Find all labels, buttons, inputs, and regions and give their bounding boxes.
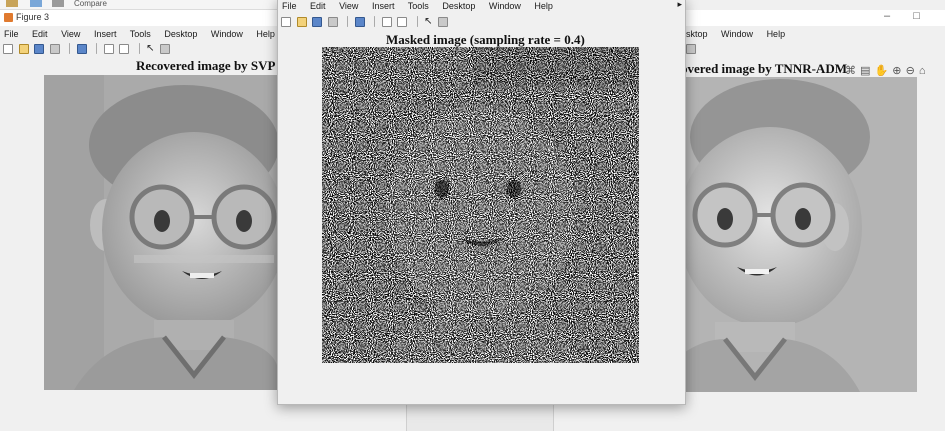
new-file-icon[interactable] bbox=[281, 16, 291, 27]
print-icon[interactable] bbox=[49, 43, 60, 54]
menu-view[interactable]: View bbox=[339, 1, 358, 11]
toolbar-separator bbox=[69, 43, 71, 55]
menubar-middle: File Edit View Insert Tools Desktop Wind… bbox=[282, 1, 564, 15]
plot-browser-icon[interactable] bbox=[686, 43, 696, 54]
recovered-image-tnnr bbox=[685, 77, 917, 392]
menu-help[interactable]: Help bbox=[767, 29, 786, 39]
brush-icon[interactable]: ▤ bbox=[860, 65, 870, 77]
menu-view[interactable]: View bbox=[61, 29, 80, 39]
folder-icon bbox=[6, 0, 18, 7]
link-icon[interactable] bbox=[76, 43, 87, 54]
axes-toolbar: ⌘ ▤ ✋ ⊕ ⊖ ⌂ bbox=[845, 64, 927, 77]
matlab-figure-icon bbox=[4, 13, 13, 22]
insert-colorbar-icon[interactable] bbox=[397, 16, 408, 27]
recovered-image-svp bbox=[44, 75, 277, 390]
toolbar-separator bbox=[416, 16, 418, 28]
masked-image bbox=[322, 47, 639, 363]
save-icon[interactable] bbox=[312, 16, 323, 27]
menu-edit[interactable]: Edit bbox=[32, 29, 48, 39]
menu-window[interactable]: Window bbox=[489, 1, 521, 11]
toolbar-separator bbox=[138, 43, 140, 55]
property-editor-icon[interactable] bbox=[103, 43, 114, 54]
menu-desktop[interactable]: Desktop bbox=[164, 29, 197, 39]
menubar-right: sktop Window Help bbox=[686, 29, 796, 43]
new-file-icon[interactable] bbox=[3, 43, 13, 54]
figure-window-masked[interactable]: File Edit View Insert Tools Desktop Wind… bbox=[277, 0, 686, 405]
background-app-strip: Compare bbox=[0, 0, 277, 10]
menu-insert[interactable]: Insert bbox=[372, 1, 395, 11]
toolbar-separator bbox=[374, 16, 376, 28]
data-cursor-icon[interactable]: ⌘ bbox=[845, 65, 856, 77]
menu-desktop[interactable]: sktop bbox=[686, 29, 708, 39]
pan-icon[interactable]: ✋ bbox=[875, 65, 889, 77]
save-icon[interactable] bbox=[34, 43, 45, 54]
link-icon[interactable] bbox=[354, 16, 365, 27]
toolbar-middle: ↖ bbox=[281, 16, 451, 30]
plot-title-tnnr: overed image by TNNR-ADM bbox=[681, 61, 847, 76]
insert-colorbar-icon[interactable] bbox=[119, 43, 130, 54]
pointer-icon[interactable]: ↖ bbox=[146, 43, 154, 54]
toolbar-separator bbox=[96, 43, 98, 55]
menubar-left: File Edit View Insert Tools Desktop Wind… bbox=[4, 29, 286, 43]
menu-window[interactable]: Window bbox=[721, 29, 753, 39]
menu-insert[interactable]: Insert bbox=[94, 29, 117, 39]
menu-file[interactable]: File bbox=[4, 29, 19, 39]
menu-tools[interactable]: Tools bbox=[130, 29, 151, 39]
toolbar-separator bbox=[347, 16, 349, 28]
menu-help[interactable]: Help bbox=[534, 1, 553, 11]
menu-help[interactable]: Help bbox=[256, 29, 275, 39]
window-title: Figure 3 bbox=[16, 12, 50, 22]
open-folder-icon[interactable] bbox=[18, 43, 29, 54]
minimize-icon[interactable]: – bbox=[884, 10, 890, 22]
plot-title-svp: Recovered image by SVP bbox=[136, 58, 276, 73]
window-controls: – □ bbox=[884, 10, 920, 22]
open-folder-icon[interactable] bbox=[296, 16, 307, 27]
plot-browser-icon[interactable] bbox=[438, 16, 449, 27]
plot-browser-icon[interactable] bbox=[160, 43, 171, 54]
menu-window[interactable]: Window bbox=[211, 29, 243, 39]
print-icon[interactable] bbox=[327, 16, 338, 27]
toolbar-right bbox=[686, 43, 699, 57]
pointer-icon[interactable]: ↖ bbox=[424, 16, 432, 27]
property-editor-icon[interactable] bbox=[381, 16, 392, 27]
plot-title-masked: Masked image (sampling rate = 0.4) bbox=[386, 32, 585, 47]
menu-desktop[interactable]: Desktop bbox=[442, 1, 475, 11]
menu-file[interactable]: File bbox=[282, 1, 297, 11]
app-icon-2 bbox=[52, 0, 64, 7]
home-icon[interactable]: ⌂ bbox=[919, 65, 926, 77]
menu-tools[interactable]: Tools bbox=[408, 1, 429, 11]
zoom-in-icon[interactable]: ⊕ bbox=[892, 65, 901, 77]
toolbar-dock-arrow-icon[interactable]: ▸ bbox=[677, 0, 682, 10]
zoom-out-icon[interactable]: ⊖ bbox=[906, 65, 915, 77]
toolbar-left: ↖ bbox=[3, 43, 173, 57]
maximize-icon[interactable]: □ bbox=[913, 10, 920, 22]
menu-edit[interactable]: Edit bbox=[310, 1, 326, 11]
compare-label[interactable]: Compare bbox=[74, 0, 107, 8]
app-icon bbox=[30, 0, 42, 7]
